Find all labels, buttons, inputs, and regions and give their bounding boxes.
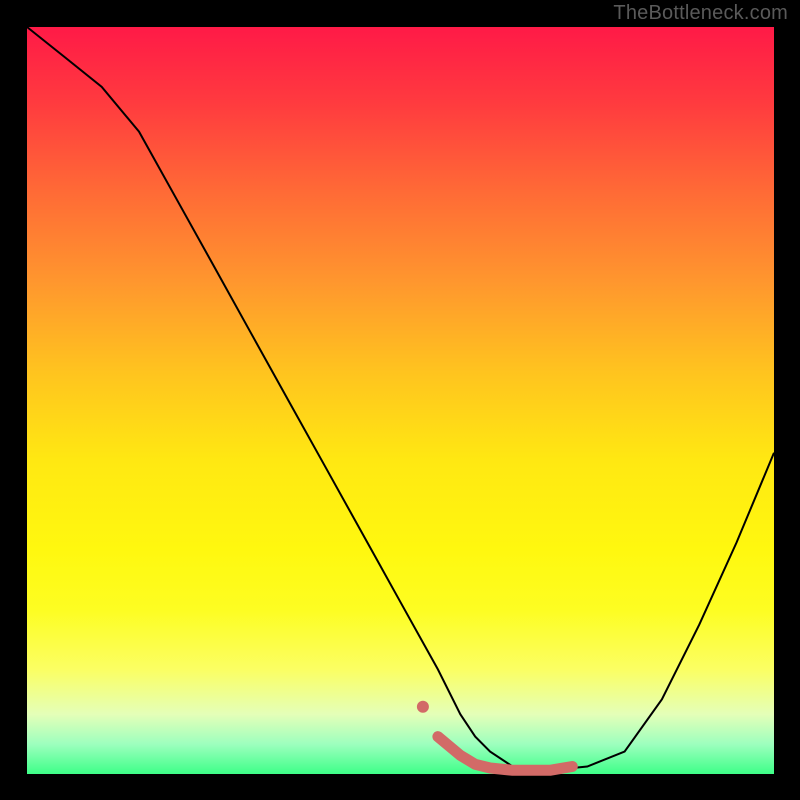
chart-plot-area: [27, 27, 774, 774]
bottleneck-curve-path: [27, 27, 774, 770]
bottleneck-chart: [27, 27, 774, 774]
attribution-text: TheBottleneck.com: [613, 2, 788, 25]
highlight-segment-path: [438, 737, 572, 771]
highlight-start-dot: [417, 701, 429, 713]
